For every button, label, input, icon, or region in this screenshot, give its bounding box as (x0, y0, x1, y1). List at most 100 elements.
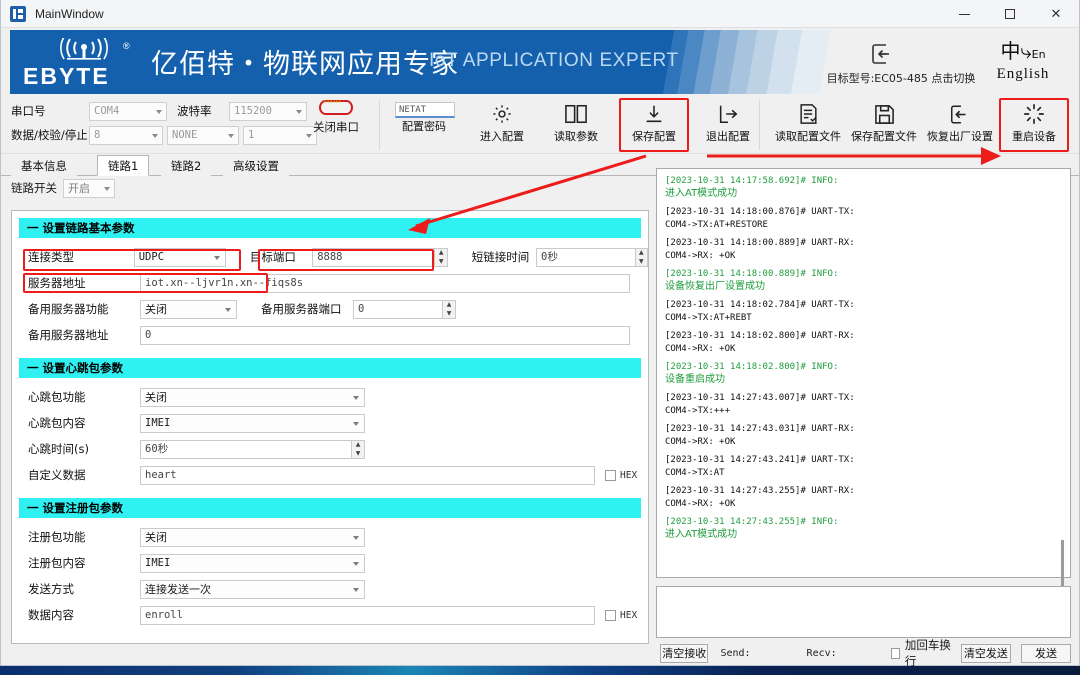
log-entry: [2023-10-31 14:18:00.889]# UART-RX:COM4-… (665, 237, 1062, 262)
register-send-mode-select[interactable]: 连接发送一次 (140, 580, 365, 599)
log-entry-time: [2023-10-31 14:27:43.007]# UART-TX: (665, 392, 1062, 405)
main-toolbar: 串口号 COM4 波特率 115200 数据/校验/停止 8 NONE 1 (1, 96, 1079, 154)
log-entry-time: [2023-10-31 14:17:58.692]# INFO: (665, 175, 1062, 188)
maximize-button[interactable] (987, 0, 1033, 28)
recv-counter-label: Recv: (807, 648, 837, 659)
desktop-taskbar-strip (0, 666, 1080, 675)
read-config-file-label: 读取配置文件 (771, 128, 845, 144)
factory-reset-button[interactable]: 恢复出厂设置 (923, 100, 997, 150)
backup-server-address-input[interactable]: 0 (140, 326, 630, 345)
heartbeat-custom-label: 自定义数据 (28, 467, 140, 483)
register-func-select[interactable]: 关闭 (140, 528, 365, 547)
log-entry-body: 设备重启成功 (665, 374, 1062, 387)
toolbar-divider-1 (379, 100, 380, 150)
heartbeat-time-stepper[interactable]: ▲▼ (352, 440, 365, 459)
config-password-button: 配置密码 (391, 118, 457, 138)
backup-port-stepper[interactable]: ▲▼ (443, 300, 456, 319)
clear-receive-button[interactable]: 清空接收 (660, 644, 708, 663)
close-button[interactable]: ✕ (1033, 0, 1079, 28)
row-heartbeat-time: 心跳时间(s) 60秒 ▲▼ (12, 436, 648, 462)
parity-value: NONE (172, 129, 197, 141)
switch-model-icon (871, 42, 897, 66)
register-data-input[interactable]: enroll (140, 606, 595, 625)
stepper-up-icon: ▲ (443, 301, 455, 310)
send-button[interactable]: 发送 (1021, 644, 1071, 663)
heartbeat-hex-checkbox[interactable] (605, 470, 616, 481)
log-entry: [2023-10-31 14:27:43.255]# INFO:进入AT模式成功 (665, 516, 1062, 541)
short-link-time-input[interactable]: 0秒 (536, 248, 636, 267)
heartbeat-time-input[interactable]: 60秒 (140, 440, 352, 459)
row-backup-server-address: 备用服务器地址 0 (12, 322, 648, 348)
read-config-file-button[interactable]: 读取配置文件 (771, 100, 845, 150)
heartbeat-content-select[interactable]: IMEI (140, 414, 365, 433)
serial-port-select[interactable]: COM4 (89, 102, 167, 121)
log-entry-time: [2023-10-31 14:18:02.800]# UART-RX: (665, 330, 1062, 343)
heartbeat-custom-input[interactable]: heart (140, 466, 595, 485)
data-bits-select[interactable]: 8 (89, 126, 163, 145)
connection-type-select[interactable]: UDPC (134, 248, 226, 267)
chevron-down-icon (353, 422, 359, 426)
chevron-down-icon (353, 588, 359, 592)
server-address-label: 服务器地址 (28, 275, 140, 291)
log-entry-body: COM4->TX:AT+REBT (665, 312, 1062, 325)
reboot-device-button[interactable]: 重启设备 (1001, 100, 1067, 150)
save-config-file-button[interactable]: 保存配置文件 (847, 100, 921, 150)
antenna-signal-icon (51, 38, 117, 64)
server-address-input[interactable]: iot.xn--ljvr1n.xn--fiqs8s (140, 274, 630, 293)
heartbeat-func-value: 关闭 (145, 391, 167, 404)
heartbeat-func-select[interactable]: 关闭 (140, 388, 365, 407)
frame-format-label: 数据/校验/停止 (11, 127, 89, 143)
language-switch-button[interactable]: 中⤷En English (981, 40, 1065, 83)
logout-icon (695, 100, 761, 128)
row-connection-type: 连接类型 UDPC 目标端口 8888 ▲▼ 短链接时间 0秒 ▲▼ (12, 244, 648, 270)
log-entry-body: COM4->RX: +OK (665, 250, 1062, 263)
row-heartbeat-custom-data: 自定义数据 heart HEX (12, 462, 648, 488)
log-entry: [2023-10-31 14:27:43.031]# UART-RX:COM4-… (665, 423, 1062, 448)
stepper-down-icon: ▼ (636, 257, 647, 266)
log-output-panel[interactable]: [2023-10-31 14:17:58.692]# INFO:进入AT模式成功… (656, 168, 1071, 578)
log-entry-body: COM4->TX:AT+RESTORE (665, 219, 1062, 232)
target-port-input[interactable]: 8888 (312, 248, 435, 267)
send-counter-label: Send: (720, 648, 750, 659)
read-params-button[interactable]: 读取参数 (543, 100, 609, 150)
baud-rate-select[interactable]: 115200 (229, 102, 307, 121)
backup-server-port-input[interactable]: 0 (353, 300, 443, 319)
link-switch-select[interactable]: 开启 (63, 179, 115, 198)
brand-slogan-en: IoT APPLICATION EXPERT (429, 50, 679, 72)
log-entry: [2023-10-31 14:18:00.876]# UART-TX:COM4-… (665, 206, 1062, 231)
enter-config-button[interactable]: 进入配置 (469, 100, 535, 150)
backup-server-func-select[interactable]: 关闭 (140, 300, 237, 319)
send-text-input[interactable] (656, 586, 1071, 638)
close-serial-port-button[interactable]: 关闭串口 (301, 100, 371, 135)
exit-config-label: 退出配置 (695, 128, 761, 144)
row-register-func: 注册包功能 关闭 (12, 524, 648, 550)
save-config-button[interactable]: 保存配置 (621, 100, 687, 150)
chevron-down-icon (228, 134, 234, 138)
short-link-stepper[interactable]: ▲▼ (636, 248, 648, 267)
link-switch-label: 链路开关 (11, 180, 57, 196)
register-hex-checkbox[interactable] (605, 610, 616, 621)
section-header-heartbeat: 一 设置心跳包参数 (19, 358, 641, 378)
chevron-down-icon (152, 134, 158, 138)
tab-link1[interactable]: 链路1 (97, 155, 149, 176)
config-password-input[interactable]: NETAT (395, 102, 455, 118)
clear-send-button[interactable]: 清空发送 (961, 644, 1011, 663)
minimize-button[interactable] (941, 0, 987, 28)
log-entry-body: 设备恢复出厂设置成功 (665, 281, 1062, 294)
exit-config-button[interactable]: 退出配置 (695, 100, 761, 150)
restart-sun-icon (1001, 100, 1067, 128)
backup-server-port-label: 备用服务器端口 (237, 301, 353, 317)
tab-basic-info[interactable]: 基本信息 (11, 156, 77, 176)
parity-select[interactable]: NONE (167, 126, 239, 145)
chevron-down-icon (156, 110, 162, 114)
target-model-label[interactable]: 目标型号:EC05-485 点击切换 (801, 70, 1001, 86)
chevron-down-icon (353, 562, 359, 566)
heartbeat-hex-label: HEX (620, 470, 637, 481)
log-entry-time: [2023-10-31 14:18:02.800]# INFO: (665, 361, 1062, 374)
tab-advanced[interactable]: 高级设置 (223, 156, 289, 176)
tab-link2[interactable]: 链路2 (161, 156, 211, 176)
register-content-select[interactable]: IMEI (140, 554, 365, 573)
append-crlf-checkbox[interactable] (891, 648, 900, 659)
target-port-stepper[interactable]: ▲▼ (435, 248, 447, 267)
chevron-down-icon (353, 536, 359, 540)
